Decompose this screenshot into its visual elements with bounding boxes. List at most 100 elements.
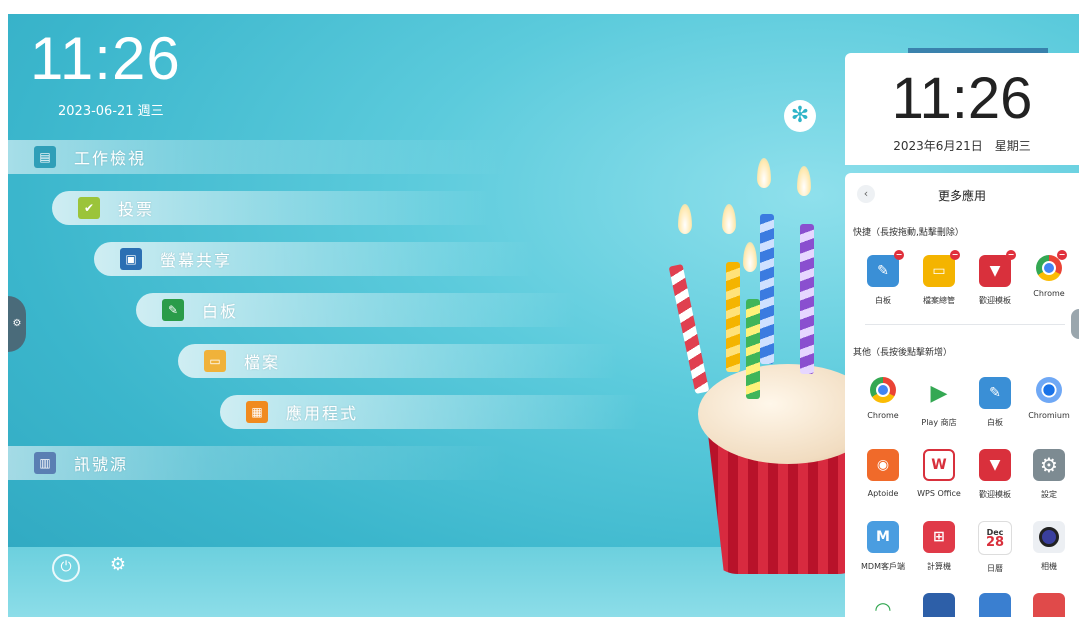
other-section-label: 其他（長按後點擊新增） (853, 348, 953, 358)
app-name: 計算機 (927, 562, 951, 571)
play-store-icon: ▶ (930, 380, 948, 406)
menu-item-screen-share[interactable]: ▣ 螢幕共享 (94, 242, 534, 276)
gear-icon: ⚙ (1033, 449, 1065, 481)
aptoide-icon: ◉ (867, 449, 899, 481)
wifi-icon: ◠ (875, 597, 891, 617)
folder-icon: ▭ (204, 350, 226, 372)
menu-item-label: 白板 (202, 302, 239, 321)
home-clock-date: 2023-06-21 週三 (58, 104, 164, 119)
chrome-icon: − (1036, 250, 1067, 281)
remove-icon[interactable]: − (1057, 250, 1067, 260)
menu-item-label: 工作檢視 (74, 149, 147, 168)
menu-item-vote[interactable]: ✔ 投票 (52, 191, 492, 225)
quick-app-whiteboard[interactable]: ✎ − 白板 (855, 250, 911, 306)
right-drawer-handle[interactable] (1071, 309, 1079, 339)
app-icon (979, 593, 1011, 617)
folder-icon: ▭ − (923, 250, 960, 287)
menu-item-label: 應用程式 (286, 404, 359, 423)
quick-app-file-manager[interactable]: ▭ − 檔案總管 (911, 250, 967, 306)
app-wifi[interactable]: ◠ (855, 593, 911, 617)
vote-icon: ✔ (78, 197, 100, 219)
calculator-icon: ⊞ (923, 521, 955, 553)
calendar-day: 28 (985, 535, 1005, 550)
menu-item-files[interactable]: ▭ 檔案 (178, 344, 618, 378)
candle (668, 263, 710, 395)
calendar-icon: Dec 28 (978, 521, 1012, 555)
candle-flame (743, 242, 757, 272)
apps-grid-icon: ▦ (246, 401, 268, 423)
app-name: Chrome (1033, 289, 1065, 298)
home-clock-time: 11:26 (30, 25, 181, 92)
screen-share-icon: ▣ (120, 248, 142, 270)
app-partial-red[interactable] (1021, 593, 1077, 617)
candle-flame (797, 166, 811, 196)
menu-item-signal-source[interactable]: ▥ 訊號源 (8, 446, 508, 480)
candle (746, 299, 760, 399)
mdm-icon: M (867, 521, 899, 553)
app-name: Aptoide (867, 489, 899, 498)
whiteboard-icon: ✎ − (867, 250, 904, 287)
app-wps-office[interactable]: W WPS Office (911, 449, 967, 498)
app-welcome-template[interactable]: ▼ 歡迎模板 (967, 449, 1023, 500)
app-name: 白板 (987, 418, 1003, 427)
tie-icon: ▼ − (979, 250, 1016, 287)
app-whiteboard[interactable]: ✎ 白板 (967, 377, 1023, 428)
app-camera[interactable]: 相機 (1021, 521, 1077, 572)
workview-icon: ▤ (34, 146, 56, 168)
home-screen: 11:26 2023-06-21 週三 ▤ 工作檢視 ✔ 投票 ▣ 螢幕共享 ✎… (8, 14, 1079, 617)
panel-clock-widget: 11:26 2023年6月21日 星期三 (845, 53, 1079, 165)
app-chrome[interactable]: Chrome (855, 377, 911, 420)
menu-item-label: 螢幕共享 (160, 251, 233, 270)
app-name: Play 商店 (921, 418, 957, 427)
app-calculator[interactable]: ⊞ 計算機 (911, 521, 967, 572)
app-name: 日曆 (987, 564, 1003, 573)
app-name: Chrome (867, 411, 899, 420)
app-icon (1033, 593, 1065, 617)
quick-app-welcome-template[interactable]: ▼ − 歡迎模板 (967, 250, 1023, 306)
whiteboard-icon: ✎ (979, 377, 1011, 409)
panel-clock-date: 2023年6月21日 星期三 (893, 139, 1031, 153)
app-calendar[interactable]: Dec 28 日曆 (967, 521, 1023, 574)
panel-title: 更多應用 (937, 189, 986, 203)
app-icon (923, 593, 955, 617)
chromium-icon (1036, 377, 1062, 403)
menu-item-whiteboard[interactable]: ✎ 白板 (136, 293, 576, 327)
app-name: 相機 (1041, 562, 1057, 571)
app-name: MDM客戶端 (861, 562, 905, 571)
menu-item-workview[interactable]: ▤ 工作檢視 (8, 140, 508, 174)
quick-section-label: 快捷（長按拖動,點擊刪除） (853, 228, 964, 238)
app-name: 白板 (875, 296, 891, 305)
power-icon[interactable]: ⏻ (52, 554, 80, 582)
remove-icon[interactable]: − (950, 250, 960, 260)
snowflake-icon[interactable]: ✻ (784, 100, 816, 132)
tie-icon: ▼ (979, 449, 1011, 481)
remove-icon[interactable]: − (1006, 250, 1016, 260)
gear-icon[interactable]: ⚙ (106, 554, 130, 578)
app-partial-blue[interactable] (911, 593, 967, 617)
app-name: 歡迎模板 (979, 490, 1011, 499)
app-settings[interactable]: ⚙ 設定 (1021, 449, 1077, 500)
more-apps-panel: ‹ 更多應用 快捷（長按拖動,點擊刪除） ✎ − 白板 ▭ − 檔案總管 ▼ − 歡迎… (845, 173, 1079, 617)
candle-flame (722, 204, 736, 234)
app-mdm-client[interactable]: M MDM客戶端 (855, 521, 911, 572)
candle-flame (678, 204, 692, 234)
remove-icon[interactable]: − (894, 250, 904, 260)
app-name: 設定 (1041, 490, 1057, 499)
candle (800, 224, 814, 374)
app-name: 歡迎模板 (979, 296, 1011, 305)
candle-flame (757, 158, 771, 188)
app-partial-lightblue[interactable] (967, 593, 1023, 617)
quick-app-chrome[interactable]: − Chrome (1021, 250, 1077, 298)
app-chromium[interactable]: Chromium (1021, 377, 1077, 420)
left-drawer-handle[interactable]: ⚙ (8, 296, 26, 352)
app-name: 檔案總管 (923, 296, 955, 305)
app-play-store[interactable]: ▶ Play 商店 (911, 377, 967, 428)
app-name: Chromium (1028, 411, 1070, 420)
chrome-icon (870, 377, 896, 403)
menu-item-label: 投票 (118, 200, 155, 219)
menu-item-apps[interactable]: ▦ 應用程式 (220, 395, 640, 429)
panel-clock-time: 11:26 (891, 66, 1033, 131)
camera-icon (1033, 521, 1065, 553)
app-name: WPS Office (917, 489, 961, 498)
app-aptoide[interactable]: ◉ Aptoide (855, 449, 911, 498)
